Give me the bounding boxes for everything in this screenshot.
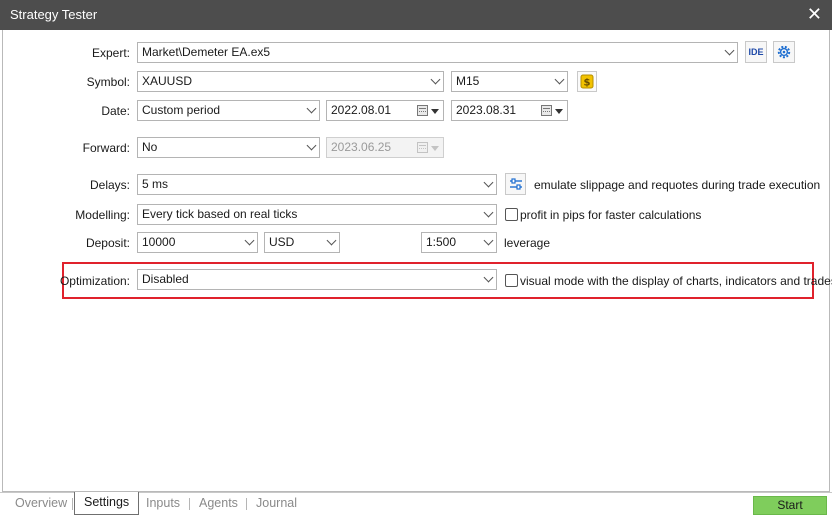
date-to-field[interactable]: 2023.08.31 <box>451 100 568 121</box>
tab-agents[interactable]: Agents <box>199 493 238 515</box>
optimization-value: Disabled <box>142 272 189 286</box>
chevron-down-icon <box>306 103 317 114</box>
currency-value: USD <box>269 235 295 249</box>
optimization-label: Optimization: <box>59 274 130 288</box>
chevron-down-icon <box>483 235 494 246</box>
chevron-down-icon <box>483 207 494 218</box>
coin-icon: $ <box>580 74 594 89</box>
slippage-text: emulate slippage and requotes during tra… <box>534 178 821 192</box>
timeframe-value: M15 <box>456 74 480 88</box>
tab-journal[interactable]: Journal <box>256 493 297 515</box>
forward-date-field: 2023.06.25 <box>326 137 444 158</box>
forward-value: No <box>142 140 158 154</box>
calendar-icon <box>417 142 428 153</box>
start-button[interactable]: Start <box>753 496 827 515</box>
leverage-select[interactable]: 1:500 <box>421 232 497 253</box>
delays-value: 5 ms <box>142 177 169 191</box>
date-label: Date: <box>101 104 130 118</box>
tab-overview[interactable]: Overview <box>15 493 67 515</box>
expert-select[interactable]: Market\Demeter EA.ex5 <box>137 42 738 63</box>
expert-value: Market\Demeter EA.ex5 <box>142 45 271 59</box>
profit-in-pips-label[interactable]: profit in pips for faster calculations <box>520 208 701 222</box>
forward-label: Forward: <box>82 141 130 155</box>
chevron-down-icon <box>483 272 494 283</box>
slippage-settings-button[interactable] <box>505 173 526 195</box>
optimization-select[interactable]: Disabled <box>137 269 497 290</box>
chevron-down-icon <box>326 235 337 246</box>
ide-button[interactable]: IDE <box>745 41 767 63</box>
symbol-properties-button[interactable]: $ <box>577 71 597 92</box>
currency-select[interactable]: USD <box>264 232 340 253</box>
date-period-value: Custom period <box>142 103 221 117</box>
chevron-down-icon <box>483 177 494 188</box>
symbol-label: Symbol: <box>86 75 130 89</box>
date-from-field[interactable]: 2022.08.01 <box>326 100 444 121</box>
deposit-label: Deposit: <box>85 236 130 250</box>
window-title: Strategy Tester <box>10 7 98 22</box>
symbol-select[interactable]: XAUUSD <box>137 71 444 92</box>
bottom-tab-bar: Overview Settings Inputs Agents Journal … <box>0 492 832 517</box>
svg-text:$: $ <box>584 78 591 89</box>
tab-inputs[interactable]: Inputs <box>146 493 180 515</box>
expert-label: Expert: <box>91 46 130 60</box>
timeframe-select[interactable]: M15 <box>451 71 568 92</box>
modelling-value: Every tick based on real ticks <box>142 207 298 221</box>
date-from-value: 2022.08.01 <box>331 103 392 117</box>
leverage-label: leverage <box>504 236 551 250</box>
deposit-value: 10000 <box>142 235 176 249</box>
deposit-select[interactable]: 10000 <box>137 232 258 253</box>
close-icon[interactable]: ✕ <box>807 5 822 23</box>
title-bar: Strategy Tester ✕ <box>0 0 832 30</box>
date-period-select[interactable]: Custom period <box>137 100 320 121</box>
visual-mode-checkbox[interactable] <box>505 274 518 287</box>
profit-in-pips-checkbox[interactable] <box>505 208 518 221</box>
sliders-icon <box>509 178 522 190</box>
tab-settings[interactable]: Settings <box>74 492 140 515</box>
tab-separator <box>189 498 190 510</box>
delays-label: Delays: <box>89 178 130 192</box>
forward-select[interactable]: No <box>137 137 320 158</box>
delays-select[interactable]: 5 ms <box>137 174 497 195</box>
modelling-label: Modelling: <box>75 208 130 222</box>
chevron-down-icon <box>244 235 255 246</box>
forward-date-value: 2023.06.25 <box>331 140 392 154</box>
chevron-down-icon <box>724 45 735 56</box>
ide-icon: IDE <box>748 47 764 57</box>
chevron-down-icon <box>306 140 317 151</box>
symbol-value: XAUUSD <box>142 74 193 88</box>
dropdown-arrow-icon[interactable] <box>431 109 439 114</box>
dropdown-arrow-icon <box>431 146 439 151</box>
visual-mode-label[interactable]: visual mode with the display of charts, … <box>520 274 832 288</box>
leverage-value: 1:500 <box>426 235 457 249</box>
gear-icon <box>777 45 791 59</box>
chevron-down-icon <box>554 74 565 85</box>
date-to-value: 2023.08.31 <box>456 103 517 117</box>
tab-separator <box>246 498 247 510</box>
expert-settings-button[interactable] <box>773 41 795 63</box>
calendar-icon[interactable] <box>541 105 552 116</box>
dropdown-arrow-icon[interactable] <box>555 109 563 114</box>
modelling-select[interactable]: Every tick based on real ticks <box>137 204 497 225</box>
chevron-down-icon <box>430 74 441 85</box>
tab-separator <box>72 498 73 510</box>
calendar-icon[interactable] <box>417 105 428 116</box>
